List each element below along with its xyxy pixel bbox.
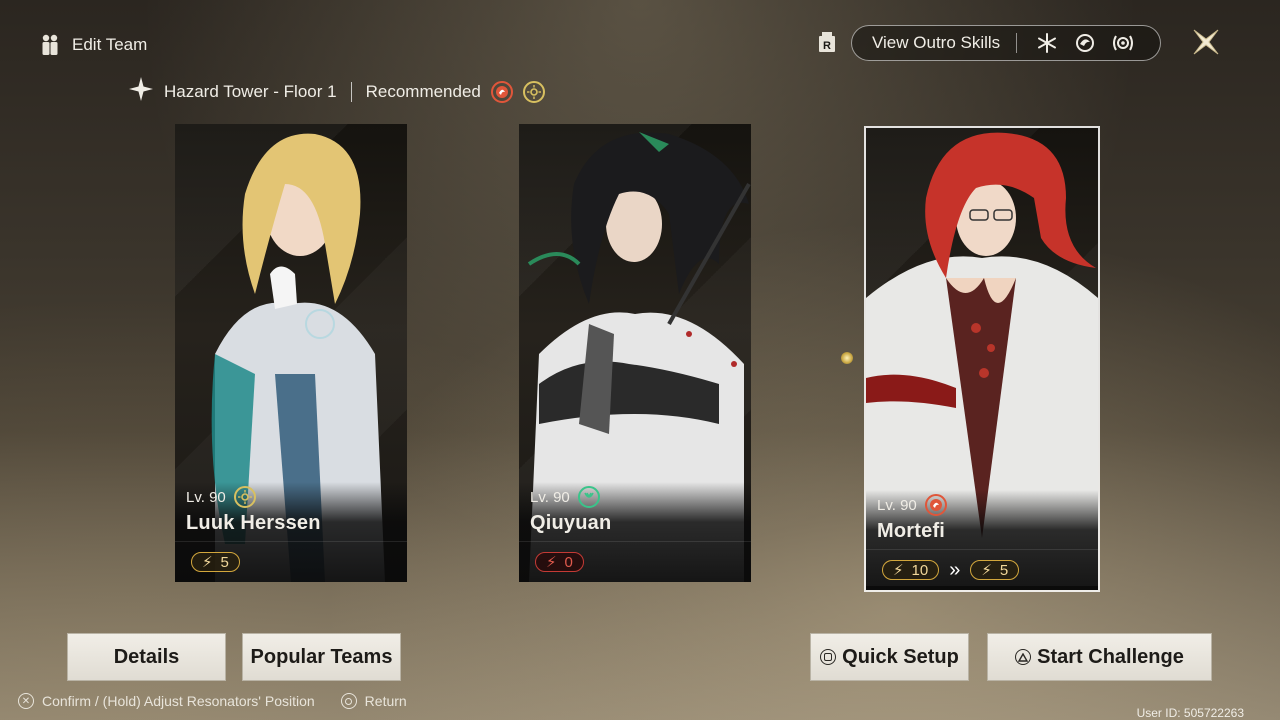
edit-team-header: Edit Team bbox=[40, 33, 147, 57]
view-outro-skills-button[interactable]: View Outro Skills bbox=[851, 25, 1161, 61]
lightning-icon: ⚡ bbox=[981, 562, 992, 579]
team-slot-1[interactable]: Lv. 90 Luuk Herssen ⚡ 5 bbox=[175, 124, 407, 582]
popular-teams-button[interactable]: Popular Teams bbox=[242, 633, 401, 681]
svg-text:R: R bbox=[823, 40, 831, 52]
team-slot-2[interactable]: Lv. 90 Qiuyuan ⚡ 0 bbox=[519, 124, 751, 582]
user-id: User ID: 505722263 bbox=[1136, 706, 1244, 720]
outro-label: View Outro Skills bbox=[872, 33, 1001, 52]
level-row: Lv. 90 bbox=[877, 494, 947, 516]
recommended-label: Recommended bbox=[365, 81, 481, 101]
energy-badge: ⚡ 0 bbox=[535, 552, 584, 572]
character-name: Qiuyuan bbox=[530, 512, 612, 534]
wind-element-icon bbox=[1071, 29, 1099, 57]
spectro-element-icon bbox=[233, 486, 256, 508]
fusion-element-icon bbox=[924, 494, 947, 516]
character-name: Mortefi bbox=[877, 520, 946, 542]
energy-badge: ⚡ 5 bbox=[970, 560, 1020, 580]
start-challenge-label: Start Challenge bbox=[1037, 645, 1184, 668]
double-chevron-right-icon: » bbox=[949, 558, 961, 581]
r-shortcut-icon[interactable]: R bbox=[816, 31, 838, 53]
divider bbox=[1016, 33, 1018, 53]
return-hint: Return bbox=[364, 693, 407, 709]
energy-value: 5 bbox=[999, 561, 1009, 579]
level-row: Lv. 90 bbox=[530, 486, 600, 508]
level-row: Lv. 90 bbox=[186, 486, 256, 508]
square-button-icon bbox=[820, 649, 837, 665]
level-label: Lv. 90 bbox=[877, 496, 917, 514]
energy-badge: ⚡ 5 bbox=[191, 552, 240, 572]
stage-info: Hazard Tower - Floor 1 Recommended bbox=[128, 76, 545, 107]
page-title: Edit Team bbox=[72, 35, 148, 54]
team-icon bbox=[40, 33, 60, 57]
energy-value: 5 bbox=[220, 553, 229, 571]
energy-row: ⚡ 10 » ⚡ 5 bbox=[866, 549, 1098, 590]
divider bbox=[350, 81, 352, 102]
controller-hints: ✕ Confirm / (Hold) Adjust Resonators' Po… bbox=[18, 693, 407, 709]
energy-badge: ⚡ 10 bbox=[882, 560, 940, 580]
lightning-icon: ⚡ bbox=[893, 562, 904, 579]
team-slot-3[interactable]: Lv. 90 Mortefi ⚡ 10 » ⚡ 5 bbox=[864, 126, 1100, 592]
start-challenge-button[interactable]: Start Challenge bbox=[987, 633, 1212, 681]
snowflake-element-icon bbox=[1033, 29, 1061, 57]
character-name: Luuk Herssen bbox=[186, 512, 321, 534]
spectro-element-icon bbox=[522, 80, 545, 103]
stage-name: Hazard Tower - Floor 1 bbox=[164, 81, 337, 101]
circle-button-icon bbox=[340, 693, 357, 709]
stage-star-icon bbox=[128, 76, 154, 107]
laurel-element-icon bbox=[1109, 29, 1137, 57]
energy-row: ⚡ 0 bbox=[519, 541, 751, 582]
triangle-button-icon bbox=[1015, 649, 1032, 665]
lightning-icon: ⚡ bbox=[546, 554, 557, 571]
level-label: Lv. 90 bbox=[530, 488, 570, 506]
confirm-hint: Confirm / (Hold) Adjust Resonators' Posi… bbox=[42, 693, 315, 709]
details-button[interactable]: Details bbox=[67, 633, 226, 681]
energy-row: ⚡ 5 bbox=[175, 541, 407, 582]
glow-indicator bbox=[841, 352, 853, 364]
details-label: Details bbox=[113, 645, 180, 668]
fusion-element-icon bbox=[490, 80, 513, 103]
cross-button-icon: ✕ bbox=[18, 693, 34, 709]
level-label: Lv. 90 bbox=[186, 488, 226, 506]
energy-value: 0 bbox=[564, 553, 573, 571]
quick-setup-label: Quick Setup bbox=[842, 645, 959, 668]
popular-teams-label: Popular Teams bbox=[250, 645, 393, 668]
aero-element-icon bbox=[577, 486, 600, 508]
lightning-icon: ⚡ bbox=[202, 554, 213, 571]
energy-value: 10 bbox=[911, 561, 929, 579]
close-icon[interactable] bbox=[1190, 26, 1222, 58]
quick-setup-button[interactable]: Quick Setup bbox=[810, 633, 969, 681]
